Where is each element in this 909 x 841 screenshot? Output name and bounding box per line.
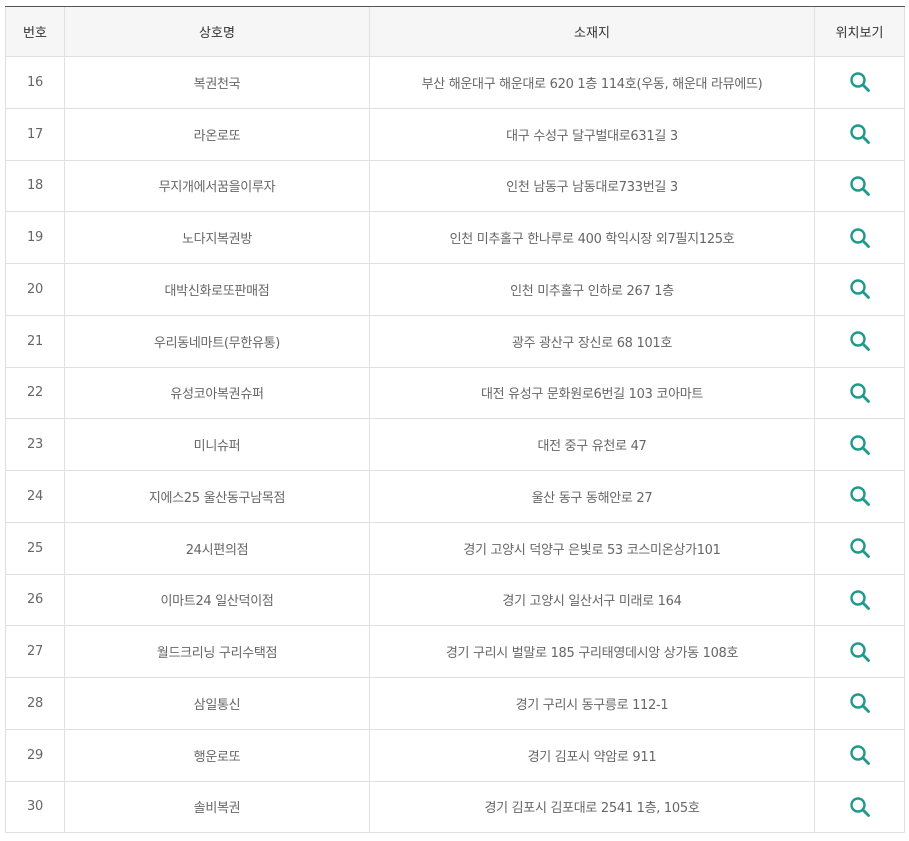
row-store-name: 노다지복권방 bbox=[64, 211, 370, 264]
row-location-cell bbox=[814, 625, 905, 678]
table-row: 29 행운로또 경기 김포시 약암로 911 bbox=[5, 729, 905, 782]
row-store-name: 라온로또 bbox=[64, 108, 370, 161]
table-row: 20 대박신화로또판매점 인천 미추홀구 인하로 267 1층 bbox=[5, 263, 905, 316]
table-row: 27 월드크리닝 구리수택점 경기 구리시 벌말로 185 구리태영데시앙 상가동 … bbox=[5, 625, 905, 678]
row-store-name: 우리동네마트(무한유통) bbox=[64, 315, 370, 368]
row-store-name: 월드크리닝 구리수택점 bbox=[64, 625, 370, 678]
table-row: 17 라온로또 대구 수성구 달구벌대로631길 3 bbox=[5, 108, 905, 161]
row-store-name: 대박신화로또판매점 bbox=[64, 263, 370, 316]
row-number: 29 bbox=[5, 729, 65, 782]
row-location-cell bbox=[814, 574, 905, 627]
row-address: 인천 미추홀구 한나루로 400 학익시장 외7필지125호 bbox=[369, 211, 815, 264]
row-number: 18 bbox=[5, 160, 65, 213]
search-icon[interactable] bbox=[848, 122, 872, 146]
row-number: 22 bbox=[5, 367, 65, 420]
row-location-cell bbox=[814, 729, 905, 782]
row-store-name: 복권천국 bbox=[64, 56, 370, 109]
table-row: 28 삼일통신 경기 구리시 동구릉로 112-1 bbox=[5, 677, 905, 730]
row-location-cell bbox=[814, 781, 905, 834]
row-location-cell bbox=[814, 522, 905, 575]
row-number: 26 bbox=[5, 574, 65, 627]
row-store-name: 유성코아복권슈퍼 bbox=[64, 367, 370, 420]
search-icon[interactable] bbox=[848, 70, 872, 94]
row-address: 경기 고양시 덕양구 은빛로 53 코스미온상가101 bbox=[369, 522, 815, 575]
row-number: 16 bbox=[5, 56, 65, 109]
row-address: 인천 미추홀구 인하로 267 1층 bbox=[369, 263, 815, 316]
row-number: 23 bbox=[5, 418, 65, 471]
search-icon[interactable] bbox=[848, 588, 872, 612]
row-address: 경기 김포시 약암로 911 bbox=[369, 729, 815, 782]
row-number: 27 bbox=[5, 625, 65, 678]
table-row: 16 복권천국 부산 해운대구 해운대로 620 1층 114호(우동, 해운대 라… bbox=[5, 56, 905, 109]
search-icon[interactable] bbox=[848, 174, 872, 198]
search-icon[interactable] bbox=[848, 226, 872, 250]
row-store-name: 행운로또 bbox=[64, 729, 370, 782]
search-icon[interactable] bbox=[848, 536, 872, 560]
row-location-cell bbox=[814, 263, 905, 316]
search-icon[interactable] bbox=[848, 329, 872, 353]
table-row: 19 노다지복권방 인천 미추홀구 한나루로 400 학익시장 외7필지125호 bbox=[5, 211, 905, 264]
table-row: 25 24시편의점 경기 고양시 덕양구 은빛로 53 코스미온상가101 bbox=[5, 522, 905, 575]
search-icon[interactable] bbox=[848, 381, 872, 405]
row-location-cell bbox=[814, 108, 905, 161]
row-store-name: 삼일통신 bbox=[64, 677, 370, 730]
row-address: 경기 김포시 김포대로 2541 1층, 105호 bbox=[369, 781, 815, 834]
row-address: 경기 고양시 일산서구 미래로 164 bbox=[369, 574, 815, 627]
table-row: 30 솔비복권 경기 김포시 김포대로 2541 1층, 105호 bbox=[5, 781, 905, 834]
row-store-name: 무지개에서꿈을이루자 bbox=[64, 160, 370, 213]
row-address: 울산 동구 동해안로 27 bbox=[369, 470, 815, 523]
row-location-cell bbox=[814, 677, 905, 730]
row-location-cell bbox=[814, 160, 905, 213]
row-number: 25 bbox=[5, 522, 65, 575]
row-number: 17 bbox=[5, 108, 65, 161]
table-row: 23 미니슈퍼 대전 중구 유천로 47 bbox=[5, 418, 905, 471]
search-icon[interactable] bbox=[848, 277, 872, 301]
row-number: 28 bbox=[5, 677, 65, 730]
header-store-name: 상호명 bbox=[64, 6, 370, 57]
row-store-name: 미니슈퍼 bbox=[64, 418, 370, 471]
row-address: 인천 남동구 남동대로733번길 3 bbox=[369, 160, 815, 213]
search-icon[interactable] bbox=[848, 743, 872, 767]
search-icon[interactable] bbox=[848, 433, 872, 457]
search-icon[interactable] bbox=[848, 640, 872, 664]
header-no: 번호 bbox=[5, 6, 65, 57]
row-address: 대구 수성구 달구벌대로631길 3 bbox=[369, 108, 815, 161]
row-number: 24 bbox=[5, 470, 65, 523]
row-store-name: 솔비복권 bbox=[64, 781, 370, 834]
row-address: 부산 해운대구 해운대로 620 1층 114호(우동, 해운대 라뮤에뜨) bbox=[369, 56, 815, 109]
row-number: 21 bbox=[5, 315, 65, 368]
header-location: 위치보기 bbox=[814, 6, 905, 57]
search-icon[interactable] bbox=[848, 484, 872, 508]
header-address: 소재지 bbox=[369, 6, 815, 57]
search-icon[interactable] bbox=[848, 795, 872, 819]
row-number: 19 bbox=[5, 211, 65, 264]
row-location-cell bbox=[814, 470, 905, 523]
store-table-container: 번호 상호명 소재지 위치보기 16 복권천국 부산 해운대구 해운대로 620 1… bbox=[5, 6, 905, 834]
row-store-name: 지에스25 울산동구남목점 bbox=[64, 470, 370, 523]
row-location-cell bbox=[814, 315, 905, 368]
table-row: 21 우리동네마트(무한유통) 광주 광산구 장신로 68 101호 bbox=[5, 315, 905, 368]
store-table: 번호 상호명 소재지 위치보기 16 복권천국 부산 해운대구 해운대로 620 1… bbox=[5, 6, 905, 834]
row-address: 광주 광산구 장신로 68 101호 bbox=[369, 315, 815, 368]
row-location-cell bbox=[814, 367, 905, 420]
row-location-cell bbox=[814, 211, 905, 264]
row-number: 30 bbox=[5, 781, 65, 834]
row-location-cell bbox=[814, 56, 905, 109]
row-number: 20 bbox=[5, 263, 65, 316]
table-row: 18 무지개에서꿈을이루자 인천 남동구 남동대로733번길 3 bbox=[5, 160, 905, 213]
row-location-cell bbox=[814, 418, 905, 471]
row-store-name: 이마트24 일산덕이점 bbox=[64, 574, 370, 627]
search-icon[interactable] bbox=[848, 691, 872, 715]
table-row: 24 지에스25 울산동구남목점 울산 동구 동해안로 27 bbox=[5, 470, 905, 523]
table-row: 26 이마트24 일산덕이점 경기 고양시 일산서구 미래로 164 bbox=[5, 574, 905, 627]
row-address: 경기 구리시 동구릉로 112-1 bbox=[369, 677, 815, 730]
row-address: 대전 중구 유천로 47 bbox=[369, 418, 815, 471]
row-address: 대전 유성구 문화원로6번길 103 코아마트 bbox=[369, 367, 815, 420]
row-address: 경기 구리시 벌말로 185 구리태영데시앙 상가동 108호 bbox=[369, 625, 815, 678]
row-store-name: 24시편의점 bbox=[64, 522, 370, 575]
table-header-row: 번호 상호명 소재지 위치보기 bbox=[5, 6, 905, 57]
table-row: 22 유성코아복권슈퍼 대전 유성구 문화원로6번길 103 코아마트 bbox=[5, 367, 905, 420]
